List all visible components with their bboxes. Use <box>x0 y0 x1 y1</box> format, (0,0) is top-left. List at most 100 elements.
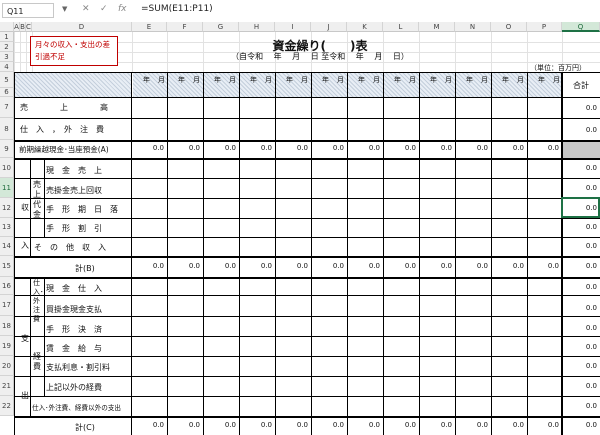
row-total-value[interactable]: 0.0 <box>562 262 597 270</box>
total-c-value[interactable]: 0.0 <box>203 421 236 429</box>
total-c-value[interactable]: 0.0 <box>239 421 272 429</box>
total-c-value[interactable]: 0.0 <box>419 421 452 429</box>
total-b-value[interactable]: 0.0 <box>347 262 380 270</box>
total-c-value[interactable]: 0.0 <box>347 421 380 429</box>
carryover-value[interactable]: 0.0 <box>455 144 488 152</box>
row-header-3[interactable]: 3 <box>0 52 14 62</box>
row-total-value[interactable]: 0.0 <box>562 242 597 250</box>
total-c-value[interactable]: 0.0 <box>311 421 344 429</box>
row-header-5[interactable]: 5 <box>0 72 14 88</box>
total-c-value[interactable]: 0.0 <box>491 421 524 429</box>
row-header-15[interactable]: 15 <box>0 256 14 277</box>
total-c-value[interactable]: 0.0 <box>167 421 200 429</box>
formula-input[interactable]: =SUM(E11:P11) <box>141 4 213 14</box>
column-header-I[interactable]: I <box>275 22 311 32</box>
total-b-value[interactable]: 0.0 <box>491 262 524 270</box>
column-header-D[interactable]: D <box>32 22 132 32</box>
row-header-13[interactable]: 13 <box>0 218 14 237</box>
total-b-value[interactable]: 0.0 <box>275 262 308 270</box>
row-header-12[interactable]: 12 <box>0 198 14 218</box>
enter-icon[interactable]: ✓ <box>100 4 108 14</box>
row-total-value[interactable]: 0.0 <box>562 184 597 192</box>
carryover-value[interactable]: 0.0 <box>311 144 344 152</box>
row-total-value[interactable]: 0.0 <box>562 164 597 172</box>
row-total-value[interactable]: 0.0 <box>562 204 597 212</box>
row-header-10[interactable]: 10 <box>0 158 14 178</box>
row-header-16[interactable]: 16 <box>0 277 14 295</box>
carryover-value[interactable]: 0.0 <box>132 144 164 152</box>
carryover-value[interactable]: 0.0 <box>347 144 380 152</box>
formula-bar: Q11 ▼ ✕ ✓ fx =SUM(E11:P11) <box>0 0 600 23</box>
row-header-9[interactable]: 9 <box>0 140 14 158</box>
total-b-value[interactable]: 0.0 <box>132 262 164 270</box>
row-total-value[interactable]: 0.0 <box>562 126 597 134</box>
column-header-J[interactable]: J <box>311 22 347 32</box>
total-b-value[interactable]: 0.0 <box>527 262 559 270</box>
row-total-value[interactable]: 0.0 <box>562 421 597 429</box>
cancel-icon[interactable]: ✕ <box>82 4 90 14</box>
column-header-P[interactable]: P <box>527 22 562 32</box>
row-header-22[interactable]: 22 <box>0 396 14 416</box>
row-total-value[interactable]: 0.0 <box>562 283 597 291</box>
total-c-value[interactable]: 0.0 <box>132 421 164 429</box>
carryover-value[interactable]: 0.0 <box>239 144 272 152</box>
total-b-value[interactable]: 0.0 <box>455 262 488 270</box>
row-header-1[interactable]: 1 <box>0 32 14 42</box>
column-header-H[interactable]: H <box>239 22 275 32</box>
column-header-M[interactable]: M <box>419 22 455 32</box>
total-b-value[interactable]: 0.0 <box>203 262 236 270</box>
row-header-17[interactable]: 17 <box>0 295 14 316</box>
label-income-side-2: 入 <box>21 241 29 250</box>
row-total-value[interactable]: 0.0 <box>562 324 597 332</box>
carryover-value[interactable]: 0.0 <box>527 144 559 152</box>
carryover-value[interactable]: 0.0 <box>275 144 308 152</box>
row-total-value[interactable]: 0.0 <box>562 362 597 370</box>
carryover-value[interactable]: 0.0 <box>167 144 200 152</box>
carryover-value[interactable]: 0.0 <box>491 144 524 152</box>
row-total-value[interactable]: 0.0 <box>562 382 597 390</box>
function-icon[interactable]: fx <box>118 4 127 14</box>
column-header-G[interactable]: G <box>203 22 239 32</box>
column-header-F[interactable]: F <box>167 22 203 32</box>
carryover-value[interactable]: 0.0 <box>419 144 452 152</box>
row-header-8[interactable]: 8 <box>0 118 14 140</box>
total-c-value[interactable]: 0.0 <box>383 421 416 429</box>
name-box[interactable]: Q11 <box>2 3 54 18</box>
row-header-2[interactable]: 2 <box>0 42 14 52</box>
carryover-value[interactable]: 0.0 <box>203 144 236 152</box>
row-total-value[interactable]: 0.0 <box>562 104 597 112</box>
row-header-21[interactable]: 21 <box>0 376 14 396</box>
column-header-O[interactable]: O <box>491 22 527 32</box>
note-box[interactable]: 月々の収入・支出の差引過不足 <box>30 36 118 66</box>
row-header-4[interactable]: 4 <box>0 62 14 72</box>
total-c-value[interactable]: 0.0 <box>527 421 559 429</box>
row-total-value[interactable]: 0.0 <box>562 402 597 410</box>
row-total-value[interactable]: 0.0 <box>562 343 597 351</box>
row-header-20[interactable]: 20 <box>0 356 14 376</box>
total-b-value[interactable]: 0.0 <box>239 262 272 270</box>
row-header-11[interactable]: 11 <box>0 178 14 198</box>
label-purchases: 仕 入 ， 外 注 費 <box>20 125 104 134</box>
chevron-down-icon[interactable]: ▼ <box>62 5 67 13</box>
row-header-14[interactable]: 14 <box>0 237 14 256</box>
column-header-E[interactable]: E <box>132 22 167 32</box>
total-c-value[interactable]: 0.0 <box>455 421 488 429</box>
row-total-value[interactable]: 0.0 <box>562 223 597 231</box>
carryover-value[interactable]: 0.0 <box>383 144 416 152</box>
total-carryover-cell[interactable] <box>562 140 600 158</box>
total-c-value[interactable]: 0.0 <box>275 421 308 429</box>
row-total-value[interactable]: 0.0 <box>562 304 597 312</box>
total-b-value[interactable]: 0.0 <box>167 262 200 270</box>
row-header-7[interactable]: 7 <box>0 97 14 118</box>
column-header-N[interactable]: N <box>455 22 491 32</box>
total-b-value[interactable]: 0.0 <box>419 262 452 270</box>
column-header-Q[interactable]: Q <box>562 22 600 32</box>
row-header-19[interactable]: 19 <box>0 336 14 356</box>
row-header-6[interactable]: 6 <box>0 88 14 97</box>
total-b-value[interactable]: 0.0 <box>383 262 416 270</box>
column-header-K[interactable]: K <box>347 22 383 32</box>
select-all-corner[interactable] <box>0 22 14 32</box>
column-header-L[interactable]: L <box>383 22 419 32</box>
total-b-value[interactable]: 0.0 <box>311 262 344 270</box>
row-header-18[interactable]: 18 <box>0 316 14 336</box>
